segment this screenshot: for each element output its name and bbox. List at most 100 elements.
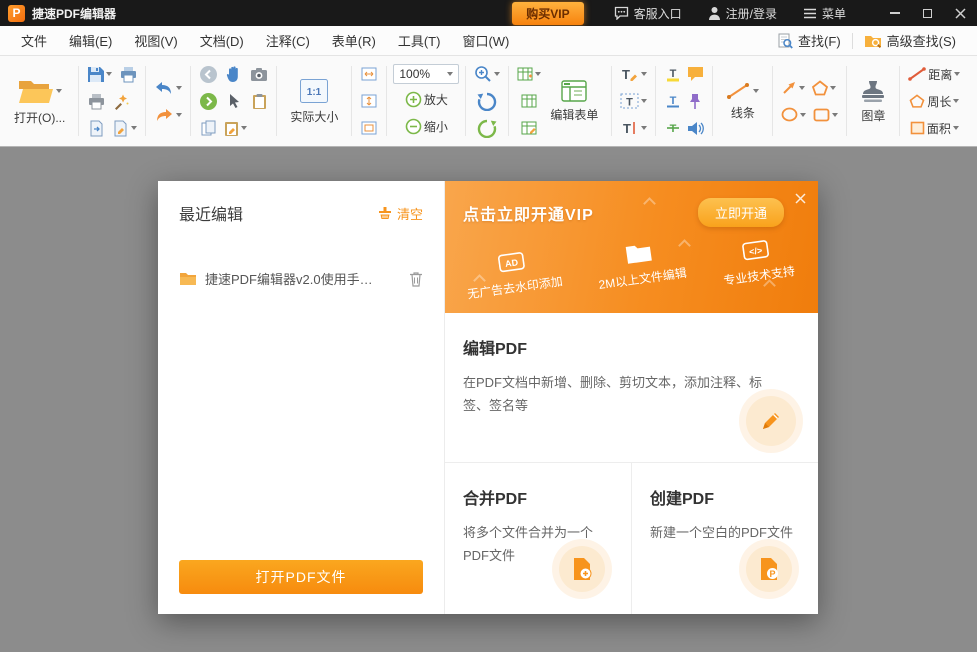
form-dropdown-caret[interactable] <box>535 72 542 76</box>
zoom-level-select[interactable]: 100% <box>393 64 460 84</box>
actual-size-button[interactable]: 1:1 实际大小 <box>283 74 345 129</box>
recent-file-item[interactable]: 捷速PDF编辑器v2.0使用手… <box>179 269 423 288</box>
distance-tool-button[interactable]: 距离 <box>906 62 962 86</box>
clipboard-button[interactable] <box>248 89 270 113</box>
edit-text-button[interactable]: T <box>618 62 649 86</box>
app-menu-button[interactable]: 菜单 <box>803 5 846 22</box>
paste-edit-button[interactable] <box>222 116 249 140</box>
menu-document[interactable]: 文档(D) <box>189 26 255 55</box>
rectangle-dropdown-caret[interactable] <box>832 112 839 117</box>
menu-label: 菜单 <box>821 6 846 21</box>
redo-dropdown-caret[interactable] <box>176 112 183 117</box>
form-properties-button[interactable] <box>515 116 543 140</box>
menu-edit[interactable]: 编辑(E) <box>58 26 123 55</box>
delete-recent-button[interactable] <box>409 271 423 287</box>
stamp-button[interactable]: 图章 <box>853 75 893 128</box>
sign-dropdown-caret[interactable] <box>131 126 138 130</box>
create-pdf-card[interactable]: 创建PDF 新建一个空白的PDF文件 P <box>631 463 818 614</box>
perimeter-dropdown-caret[interactable] <box>953 99 960 103</box>
maximize-button[interactable] <box>911 0 944 26</box>
menu-tools[interactable]: 工具(T) <box>387 26 452 55</box>
text-cursor-caret[interactable] <box>641 126 648 130</box>
paste-dropdown-caret[interactable] <box>241 126 248 130</box>
add-text-button[interactable]: T <box>618 89 649 113</box>
arrow-tool-button[interactable] <box>779 76 807 100</box>
open-dropdown-caret[interactable] <box>56 88 63 93</box>
distance-dropdown-caret[interactable] <box>954 72 961 76</box>
print-button[interactable] <box>85 89 107 113</box>
rotate-left-button[interactable] <box>472 89 502 113</box>
hand-tool-button[interactable] <box>223 62 245 86</box>
menu-file[interactable]: 文件 <box>10 26 58 55</box>
perimeter-tool-button[interactable]: 周长 <box>906 89 962 113</box>
zoom-in-button[interactable]: 放大 <box>393 87 459 111</box>
print-preview-button[interactable] <box>117 62 139 86</box>
area-dropdown-caret[interactable] <box>952 126 959 130</box>
edit-form-button[interactable]: 编辑表单 <box>543 76 605 127</box>
form-field-button[interactable] <box>515 89 543 113</box>
area-label: 面积 <box>926 121 951 136</box>
support-button[interactable]: 客服入口 <box>614 5 682 22</box>
export-button[interactable] <box>85 116 107 140</box>
sound-note-button[interactable] <box>684 116 706 140</box>
merge-pdf-card[interactable]: 合并PDF 将多个文件合并为一个PDF文件 <box>445 463 631 614</box>
marquee-zoom-button[interactable] <box>472 62 502 86</box>
arrow-dropdown-caret[interactable] <box>799 85 806 90</box>
open-vip-button[interactable]: 立即开通 <box>697 198 784 227</box>
snapshot-button[interactable] <box>248 62 270 86</box>
magnifier-dropdown-caret[interactable] <box>494 72 501 76</box>
add-text-caret[interactable] <box>641 99 648 103</box>
arrange-pages-button[interactable] <box>197 116 219 140</box>
close-button[interactable] <box>944 0 977 26</box>
create-pdf-desc: 新建一个空白的PDF文件 <box>650 525 794 540</box>
sign-doc-button[interactable] <box>110 116 139 140</box>
comment-button[interactable] <box>684 62 706 86</box>
edit-text-caret[interactable] <box>641 72 648 76</box>
line-dropdown-caret[interactable] <box>753 88 760 93</box>
undo-dropdown-caret[interactable] <box>176 85 183 90</box>
fit-page-button[interactable] <box>358 89 380 113</box>
minimize-button[interactable] <box>878 0 911 26</box>
advanced-find-button[interactable]: 高级查找(S) <box>853 31 967 50</box>
perimeter-label: 周长 <box>927 94 952 109</box>
save-dropdown-caret[interactable] <box>106 72 113 76</box>
fit-width-button[interactable] <box>358 62 380 86</box>
open-pdf-button[interactable]: 打开PDF文件 <box>179 560 423 594</box>
buy-vip-button[interactable]: 购买VIP <box>512 1 584 25</box>
zoom-out-button[interactable]: 缩小 <box>393 114 459 138</box>
add-form-field-button[interactable] <box>515 62 543 86</box>
strikeout-text-button[interactable]: T <box>662 116 684 140</box>
banner-close-button[interactable] <box>792 188 809 212</box>
rectangle-tool-button[interactable] <box>811 103 840 127</box>
menu-window[interactable]: 窗口(W) <box>451 26 520 55</box>
ellipse-dropdown-caret[interactable] <box>800 112 807 117</box>
redo-button[interactable] <box>152 103 184 127</box>
next-view-button[interactable] <box>197 89 220 113</box>
edit-pdf-card[interactable]: 编辑PDF 在PDF文档中新增、删除、剪切文本，添加注释、标签、签名等 <box>445 313 818 463</box>
clear-recent-button[interactable]: 清空 <box>378 204 423 223</box>
highlight-text-button[interactable]: T <box>662 62 684 86</box>
find-button[interactable]: 查找(F) <box>766 31 852 50</box>
previous-view-button[interactable] <box>197 62 220 86</box>
save-button[interactable] <box>85 62 114 86</box>
undo-button[interactable] <box>152 76 184 100</box>
select-tool-button[interactable] <box>223 89 245 113</box>
text-cursor-button[interactable]: T <box>618 116 649 140</box>
dialog-right-panel: 点击立即开通VIP 立即开通 AD 无广告去水印添加 2M以上文件编辑 </> … <box>445 181 818 614</box>
menu-view[interactable]: 视图(V) <box>123 26 188 55</box>
menu-comment[interactable]: 注释(C) <box>255 26 321 55</box>
login-button[interactable]: 注册/登录 <box>708 5 777 22</box>
menu-form[interactable]: 表单(R) <box>321 26 387 55</box>
fit-visible-button[interactable] <box>358 116 380 140</box>
polygon-tool-button[interactable] <box>810 76 838 100</box>
ellipse-tool-button[interactable] <box>779 103 808 127</box>
line-tool-button[interactable]: 线条 <box>719 78 766 125</box>
pin-note-button[interactable] <box>684 89 706 113</box>
vip-banner[interactable]: 点击立即开通VIP 立即开通 AD 无广告去水印添加 2M以上文件编辑 </> … <box>445 181 818 313</box>
underline-text-button[interactable]: T <box>662 89 684 113</box>
area-tool-button[interactable]: 面积 <box>906 116 962 140</box>
polygon-dropdown-caret[interactable] <box>830 85 837 90</box>
rotate-right-button[interactable] <box>472 116 502 140</box>
wizard-button[interactable] <box>110 89 132 113</box>
open-file-button[interactable]: 打开(O)... <box>7 73 72 130</box>
